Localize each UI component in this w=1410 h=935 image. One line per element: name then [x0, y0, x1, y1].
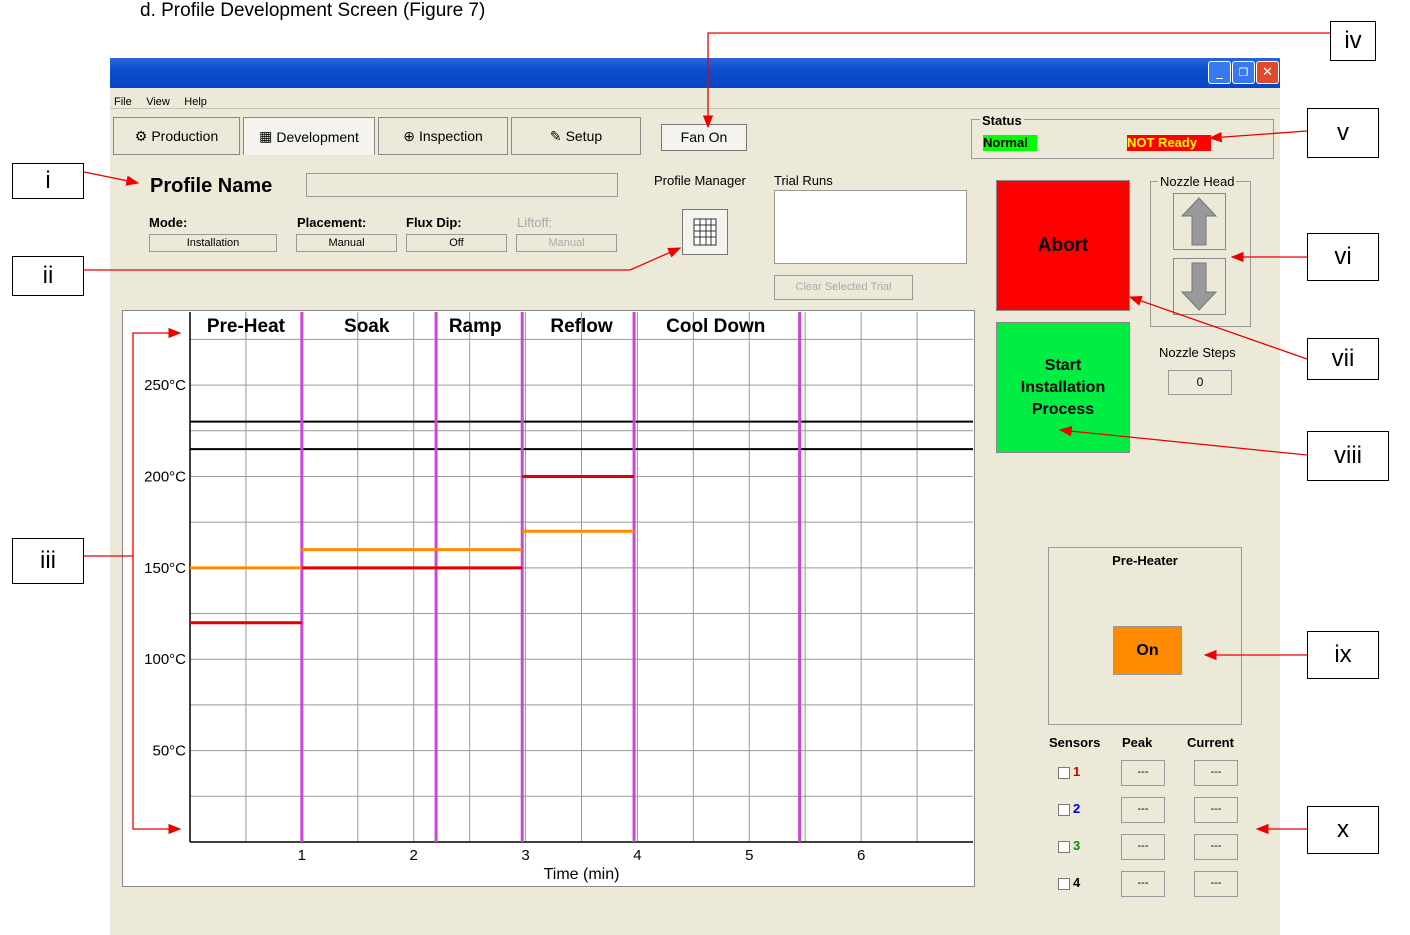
temperature-profile-chart: 50°C 100°C 150°C 200°C 250°C 1 2 3 4 5 6 Time (min)…: [144, 312, 973, 883]
phase-label: Cool Down: [666, 316, 765, 337]
x-tick-label: 1: [298, 847, 306, 864]
phase-label: Reflow: [550, 316, 613, 337]
callout-iii: iii: [12, 538, 84, 584]
y-tick-label: 150°C: [144, 560, 186, 577]
x-tick-label: 6: [857, 847, 865, 864]
callout-v: v: [1307, 108, 1379, 158]
callout-ix: ix: [1307, 631, 1379, 679]
callout-x: x: [1307, 806, 1379, 854]
x-tick-label: 4: [633, 847, 641, 864]
x-tick-label: 2: [410, 847, 418, 864]
callout-i: i: [12, 163, 84, 199]
phase-label: Ramp: [449, 316, 502, 337]
y-tick-label: 250°C: [144, 377, 186, 394]
phase-label: Pre-Heat: [207, 316, 286, 337]
callout-vii: vii: [1307, 338, 1379, 380]
y-tick-label: 100°C: [144, 651, 186, 668]
y-tick-label: 50°C: [152, 743, 186, 760]
x-axis-label: Time (min): [544, 866, 620, 883]
callout-vi: vi: [1307, 233, 1379, 281]
x-tick-label: 5: [745, 847, 753, 864]
phase-label: Soak: [344, 316, 390, 337]
callout-ii: ii: [12, 256, 84, 296]
callout-iv: iv: [1330, 21, 1376, 61]
y-tick-label: 200°C: [144, 468, 186, 485]
x-tick-label: 3: [521, 847, 529, 864]
callout-viii: viii: [1307, 431, 1389, 481]
